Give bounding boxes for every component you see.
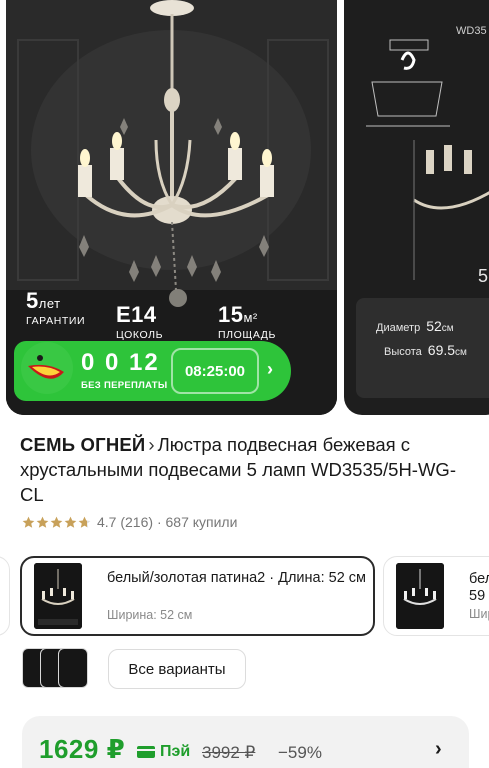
variant-title-line1: бел <box>469 571 489 587</box>
card-icon <box>137 746 155 758</box>
variant-thumbnail <box>396 563 444 629</box>
rating-stars <box>22 516 91 529</box>
bought-count: 687 купили <box>165 514 238 530</box>
slide-code: WD35 <box>456 25 487 37</box>
promo-timer: 08:25:00 <box>171 348 259 394</box>
star-half-icon <box>78 516 91 528</box>
variant-subtitle: Шир <box>469 607 489 621</box>
image-gallery[interactable]: 5лет ГАРАНТИИ E14 ЦОКОЛЬ 15м² ПЛОЩАДЬ WD… <box>0 0 489 418</box>
star-icon <box>36 516 49 528</box>
feature-warranty-value: 5 <box>26 288 39 313</box>
separator-dot: · <box>156 514 162 530</box>
feature-area: 15м² ПЛОЩАДЬ <box>218 302 276 341</box>
feature-socket: E14 ЦОКОЛЬ <box>116 302 163 341</box>
all-variants-button[interactable]: Все варианты <box>108 649 246 689</box>
variant-card-selected[interactable]: белый/золотая патина2 · Длина: 52 см Шир… <box>20 556 375 636</box>
rating-value: 4.7 <box>97 514 117 530</box>
reviews-count: (216) <box>120 514 154 530</box>
feature-warranty-unit: лет <box>38 296 61 311</box>
diameter-value: 52 <box>426 318 442 334</box>
variant-title: белый/золотая патина2 · Длина: 52 см <box>107 570 367 586</box>
diameter-unit: см <box>441 323 454 334</box>
promo-subtitle: БЕЗ ПЕРЕПЛАТЫ <box>81 380 168 391</box>
product-title: СЕМЬ ОГНЕЙ › Люстра подвесная бежевая с хр… <box>20 432 470 507</box>
old-price: 3992 ₽ <box>202 743 256 762</box>
feature-area-unit: м² <box>243 310 258 325</box>
pay-badge: Пэй <box>137 743 190 761</box>
variant-title-line2: 59 <box>469 588 486 604</box>
diameter-row: Диаметр 52см <box>376 318 454 334</box>
feature-warranty: 5лет ГАРАНТИИ <box>26 288 85 327</box>
side-dimension: 5 <box>478 266 489 286</box>
feature-area-caption: ПЛОЩАДЬ <box>218 329 277 341</box>
dimension-drawing: WD35 <box>344 0 489 300</box>
variant-mini-thumb <box>58 648 88 688</box>
price-bar[interactable]: 1629 ₽ Пэй 3992 ₽ −59% › <box>22 716 469 768</box>
height-unit: см <box>455 347 467 358</box>
variant-card-prev[interactable] <box>0 556 10 636</box>
current-price: 1629 ₽ <box>39 734 126 764</box>
variant-subtitle: Ширина: 52 см <box>107 608 193 622</box>
chevron-right-icon[interactable]: › <box>148 434 154 455</box>
star-icon <box>50 516 63 528</box>
star-icon <box>64 516 77 528</box>
pay-label: Пэй <box>160 743 191 760</box>
feature-socket-caption: ЦОКОЛЬ <box>116 329 164 341</box>
promo-count: 0 0 12 <box>81 349 160 376</box>
height-row: Высота 69.5см <box>384 342 467 358</box>
star-icon <box>22 516 35 528</box>
gallery-slide-next[interactable]: WD35 Диаметр 52см Высота 69.5см 5 <box>344 0 489 415</box>
brand-link[interactable]: СЕМЬ ОГНЕЙ <box>20 434 145 455</box>
variant-title: бел 59 <box>469 571 489 605</box>
rating-row[interactable]: 4.7 (216) · 687 купили <box>22 514 237 530</box>
variant-thumbnails-stack[interactable] <box>22 648 102 690</box>
height-label: Высота <box>384 346 422 358</box>
diameter-label: Диаметр <box>376 322 421 334</box>
discount-badge: −59% <box>278 743 322 762</box>
height-value: 69.5 <box>427 342 456 358</box>
variant-card-next[interactable]: бел59 Шир <box>383 556 489 636</box>
feature-area-value: 15 <box>218 302 244 327</box>
promo-sticker-icon <box>21 342 73 394</box>
chevron-right-icon[interactable]: › <box>267 359 273 380</box>
feature-socket-value: E14 <box>116 302 157 327</box>
feature-warranty-caption: ГАРАНТИИ <box>26 315 86 327</box>
chevron-right-icon[interactable]: › <box>435 738 442 761</box>
variant-thumbnail <box>34 563 82 629</box>
